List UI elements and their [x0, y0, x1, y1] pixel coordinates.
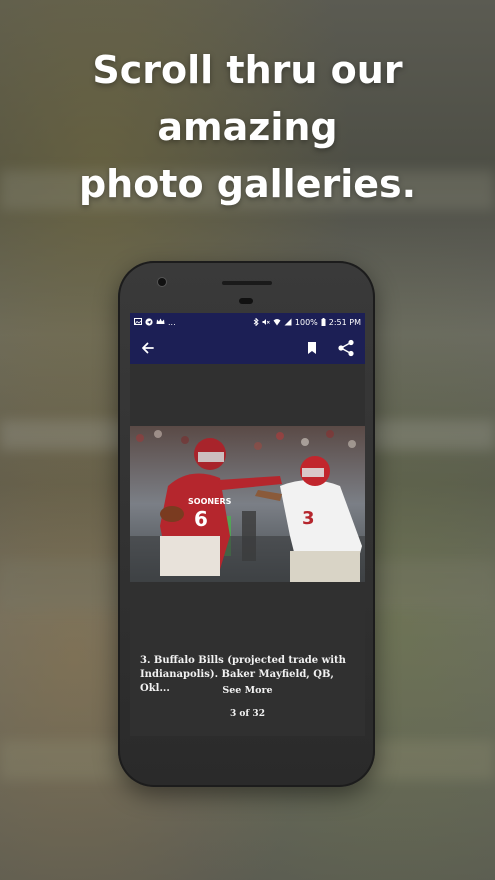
- bluetooth-icon: [253, 316, 259, 328]
- telegram-notification-icon: [145, 317, 153, 328]
- photo-counter: 3 of 32: [230, 709, 265, 719]
- battery-percent: 100%: [294, 318, 318, 327]
- front-camera: [158, 278, 166, 286]
- phone-frame: ... 100% 2:51 PM SOONERS 6 3 3. Buffalo …: [118, 261, 375, 787]
- see-more-link[interactable]: See More: [130, 685, 365, 696]
- opponent-jersey-number: 3: [302, 508, 315, 529]
- proximity-sensor: [239, 298, 253, 304]
- status-bar-right: 100% 2:51 PM: [253, 316, 361, 328]
- status-time: 2:51 PM: [328, 318, 361, 327]
- gallery-photo-image: SOONERS 6 3: [130, 426, 365, 582]
- status-bar-left: ...: [134, 317, 176, 328]
- gallery-photo[interactable]: SOONERS 6 3: [130, 426, 365, 582]
- crown-notification-icon: [156, 318, 165, 327]
- jersey-number: 6: [194, 507, 208, 531]
- signal-icon: [284, 318, 292, 328]
- battery-icon: [321, 317, 326, 328]
- mute-icon: [262, 318, 270, 328]
- app-bar: [130, 332, 365, 364]
- promo-headline: Scroll thru our amazing photo galleries.: [0, 42, 495, 213]
- headline-line-2: photo galleries.: [78, 162, 417, 206]
- phone-screen: ... 100% 2:51 PM SOONERS 6 3 3. Buffalo …: [130, 313, 365, 736]
- headline-line-1: Scroll thru our amazing: [92, 48, 403, 149]
- status-bar: ... 100% 2:51 PM: [130, 313, 365, 332]
- arrow-left-icon: [142, 342, 154, 354]
- image-notification-icon: [134, 318, 142, 327]
- more-notifications: ...: [168, 317, 176, 327]
- jersey-text: SOONERS: [188, 497, 232, 506]
- bookmark-button[interactable]: [302, 338, 322, 358]
- bookmark-icon: [308, 342, 316, 354]
- wifi-icon: [273, 318, 281, 328]
- back-button[interactable]: [138, 338, 158, 358]
- share-button[interactable]: [336, 338, 356, 358]
- share-icon: [338, 339, 354, 357]
- earpiece-speaker: [222, 281, 272, 285]
